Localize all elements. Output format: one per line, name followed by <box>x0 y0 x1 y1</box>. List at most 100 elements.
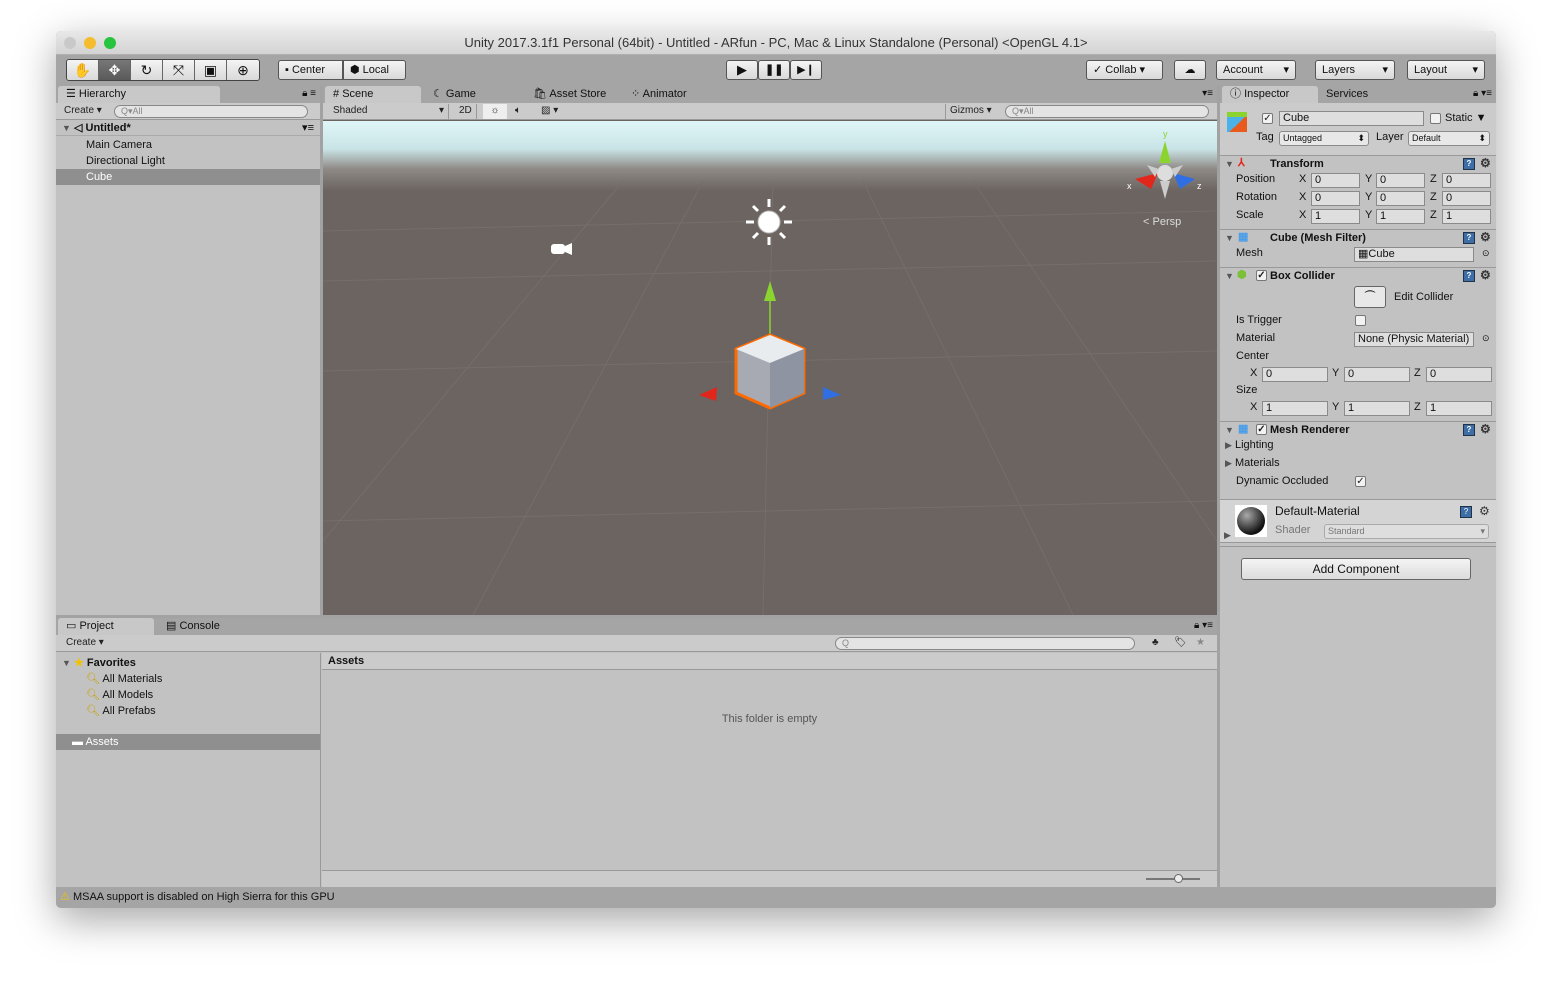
material-section[interactable]: ▶ Default-Material Shader Standard ▾ ? ⚙ <box>1220 499 1496 543</box>
help-icon[interactable]: ? <box>1463 270 1475 282</box>
audio-toggle-icon[interactable]: 🔈︎ <box>511 104 525 119</box>
scene-root[interactable]: ▼ ◁ Untitled* ▾≡ <box>56 120 320 136</box>
favorite-all-materials[interactable]: 🔍︎ All Materials <box>56 671 320 687</box>
box-collider-enabled-checkbox[interactable]: ✓ <box>1256 270 1267 281</box>
gear-icon[interactable]: ⚙ <box>1479 504 1490 518</box>
filter-label-icon[interactable]: 🏷︎ <box>1170 636 1191 651</box>
add-component-button[interactable]: Add Component <box>1241 558 1471 580</box>
pivot-local-button[interactable]: ⬢ Local <box>343 60 406 80</box>
sun-icon[interactable] <box>746 199 792 245</box>
static-checkbox[interactable] <box>1430 113 1441 124</box>
y-field[interactable]: 0 <box>1376 191 1425 206</box>
minimize-button[interactable] <box>84 37 96 49</box>
panel-menu-icon[interactable]: ▾≡ <box>1202 88 1213 99</box>
lighting-toggle-icon[interactable]: ☼ <box>483 104 507 119</box>
scene-menu-icon[interactable]: ▾≡ <box>302 120 314 136</box>
move-icon[interactable]: ✥ <box>99 60 131 80</box>
create-dropdown[interactable]: Create ▾ <box>62 636 108 651</box>
scene-search-input[interactable]: Q▾All <box>1005 105 1209 118</box>
rotate-icon[interactable]: ↻ <box>131 60 163 80</box>
transform-header[interactable]: ▼ ⅄ Transform ? ⚙ <box>1220 155 1496 171</box>
icon-size-slider[interactable] <box>1146 874 1200 883</box>
tab-inspector[interactable]: ⓘ Inspector <box>1222 86 1318 103</box>
favorite-all-prefabs[interactable]: 🔍︎ All Prefabs <box>56 703 320 719</box>
close-button[interactable] <box>64 37 76 49</box>
cube-object[interactable] <box>734 333 806 410</box>
mesh-field[interactable]: ▦Cube <box>1354 247 1474 262</box>
effects-dropdown-icon[interactable]: ▨ ▾ <box>537 104 562 119</box>
zoom-button[interactable] <box>104 37 116 49</box>
z-field[interactable]: 0 <box>1442 173 1491 188</box>
pivot-center-button[interactable]: ▪ Center <box>278 60 343 80</box>
camera-icon[interactable] <box>551 243 572 255</box>
pause-button[interactable]: ❚❚ <box>758 60 790 80</box>
step-button[interactable]: ▶❙ <box>790 60 822 80</box>
z-field[interactable]: 0 <box>1426 367 1492 382</box>
lock-icon[interactable]: 🔒︎ ▾≡ <box>1473 88 1492 99</box>
hierarchy-item-main-camera[interactable]: Main Camera <box>56 137 320 153</box>
help-icon[interactable]: ? <box>1463 424 1475 436</box>
layers-dropdown[interactable]: Layers ▾ <box>1315 60 1395 80</box>
lock-icon[interactable]: 🔒︎ ≡ <box>302 88 316 99</box>
y-field[interactable]: 1 <box>1376 209 1425 224</box>
y-field[interactable]: 1 <box>1344 401 1410 416</box>
box-collider-header[interactable]: ▼ ⬢ ✓ Box Collider ? ⚙ <box>1220 267 1496 284</box>
2d-toggle[interactable]: 2D <box>455 104 477 119</box>
is-trigger-checkbox[interactable] <box>1355 315 1366 326</box>
materials-foldout[interactable]: ▶ Materials <box>1225 456 1280 471</box>
physic-material-field[interactable]: None (Physic Material) <box>1354 332 1474 347</box>
hierarchy-item-directional-light[interactable]: Directional Light <box>56 153 320 169</box>
layout-dropdown[interactable]: Layout ▾ <box>1407 60 1485 80</box>
hand-icon[interactable]: ✋ <box>67 60 99 80</box>
transform-icon[interactable]: ⊕ <box>227 60 259 80</box>
gear-icon[interactable]: ⚙ <box>1480 268 1491 282</box>
shading-dropdown[interactable]: Shaded ▾ <box>329 104 449 119</box>
gear-icon[interactable]: ⚙ <box>1480 230 1491 244</box>
cloud-icon[interactable]: ☁ <box>1174 60 1206 80</box>
projection-label[interactable]: < Persp <box>1143 216 1181 228</box>
dynamic-occluded-checkbox[interactable]: ✓ <box>1355 476 1366 487</box>
tab-services[interactable]: Services <box>1318 86 1368 103</box>
mesh-renderer-header[interactable]: ▼ ▦ ✓ Mesh Renderer ? ⚙ <box>1220 421 1496 438</box>
account-dropdown[interactable]: Account ▾ <box>1216 60 1296 80</box>
lock-icon[interactable]: 🔒︎ ▾≡ <box>1194 620 1213 631</box>
object-name-input[interactable]: Cube <box>1279 111 1424 126</box>
y-field[interactable]: 0 <box>1376 173 1425 188</box>
shader-dropdown[interactable]: Standard ▾ <box>1324 524 1489 539</box>
z-field[interactable]: 1 <box>1426 401 1492 416</box>
x-field[interactable]: 0 <box>1311 173 1360 188</box>
scale-icon[interactable]: ⤧ <box>163 60 195 80</box>
favorite-all-models[interactable]: 🔍︎ All Models <box>56 687 320 703</box>
hierarchy-search-input[interactable]: Q▾All <box>114 105 308 118</box>
edit-collider-button[interactable]: ⏜ <box>1354 286 1386 308</box>
gizmos-dropdown[interactable]: Gizmos ▾ <box>945 104 996 119</box>
x-field[interactable]: 0 <box>1262 367 1328 382</box>
tab-game[interactable]: ☾ Game <box>425 86 476 103</box>
tab-hierarchy[interactable]: ☰ Hierarchy <box>58 86 220 103</box>
active-checkbox[interactable]: ✓ <box>1262 113 1273 124</box>
help-icon[interactable]: ? <box>1463 158 1475 170</box>
tab-asset-store[interactable]: 🛍︎ Asset Store <box>525 86 606 103</box>
play-button[interactable]: ▶ <box>726 60 758 80</box>
static-dropdown[interactable]: Static ▼ <box>1445 111 1486 126</box>
y-field[interactable]: 0 <box>1344 367 1410 382</box>
help-icon[interactable]: ? <box>1460 506 1472 518</box>
tab-console[interactable]: ▤ Console <box>158 618 220 635</box>
help-icon[interactable]: ? <box>1463 232 1475 244</box>
layer-dropdown[interactable]: Default ⬍ <box>1408 131 1490 146</box>
object-picker-icon[interactable]: ⊙ <box>1482 331 1490 346</box>
z-field[interactable]: 0 <box>1442 191 1491 206</box>
filter-type-icon[interactable]: ♣ <box>1148 636 1163 651</box>
breadcrumb[interactable]: Assets <box>322 653 1217 670</box>
object-picker-icon[interactable]: ⊙ <box>1482 246 1490 261</box>
project-search-input[interactable]: Q <box>835 637 1135 650</box>
tag-dropdown[interactable]: Untagged ⬍ <box>1279 131 1369 146</box>
tab-scene[interactable]: # Scene <box>325 86 421 103</box>
z-field[interactable]: 1 <box>1442 209 1491 224</box>
assets-folder[interactable]: ▬ Assets <box>56 734 320 750</box>
create-dropdown[interactable]: Create ▾ <box>60 104 106 119</box>
tab-animator[interactable]: ⁘ Animator <box>623 86 687 103</box>
mesh-filter-header[interactable]: ▼ ▦ Cube (Mesh Filter) ? ⚙ <box>1220 229 1496 246</box>
x-field[interactable]: 1 <box>1311 209 1360 224</box>
tab-project[interactable]: ▭ Project <box>58 618 154 635</box>
